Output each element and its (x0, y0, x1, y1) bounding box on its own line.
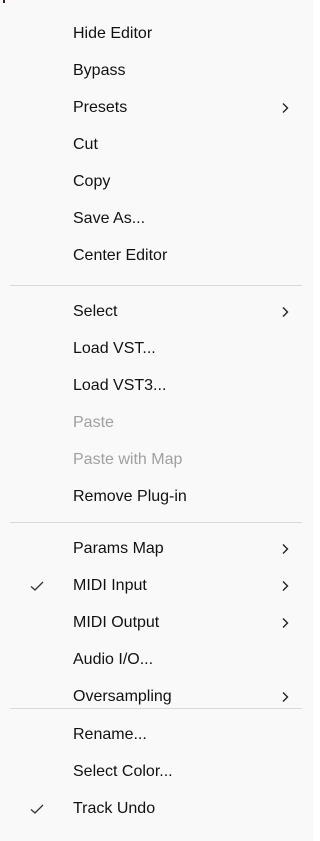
menu-item-label: Paste with Map (73, 451, 183, 468)
menu-item-cut[interactable]: Cut (0, 126, 313, 163)
chevron-right-icon (282, 307, 289, 317)
menu-item-label: Save As... (73, 210, 146, 227)
menu-item-label: Remove Plug-in (73, 488, 187, 505)
menu-item-label: MIDI Input (73, 577, 147, 594)
menu-item-remove-plug-in[interactable]: Remove Plug-in (0, 478, 313, 515)
menu-item-label: Cut (73, 136, 98, 153)
menu-item-label: Center Editor (73, 247, 168, 264)
menu-item-bypass[interactable]: Bypass (0, 52, 313, 89)
menu-group: Params Map MIDI Input MIDI Output Audio I/O… (0, 530, 313, 715)
menu-item-save-as[interactable]: Save As... (0, 200, 313, 237)
chevron-right-icon (282, 544, 289, 554)
menu-item-label: Oversampling (73, 688, 172, 705)
menu-item-label: Select (73, 303, 118, 320)
menu-item-label: Load VST3... (73, 377, 167, 394)
menu-item-label: Presets (73, 99, 128, 116)
menu-item-label: Audio I/O... (73, 651, 154, 668)
menu-item-center-editor[interactable]: Center Editor (0, 237, 313, 274)
menu-item-audio-i-o[interactable]: Audio I/O... (0, 641, 313, 678)
menu-group: Rename... Select Color... Track Undo (0, 716, 313, 827)
menu-separator (10, 708, 302, 709)
chevron-right-icon (282, 103, 289, 113)
menu-item-label: Bypass (73, 62, 126, 79)
menu-item-rename[interactable]: Rename... (0, 716, 313, 753)
checkmark-icon (30, 804, 44, 814)
menu-item-select-color[interactable]: Select Color... (0, 753, 313, 790)
checkmark-icon (30, 581, 44, 591)
menu-item-midi-output[interactable]: MIDI Output (0, 604, 313, 641)
menu-item-label: Params Map (73, 540, 164, 557)
menu-item-label: Copy (73, 173, 111, 190)
menu-item-params-map[interactable]: Params Map (0, 530, 313, 567)
menu-item-label: Hide Editor (73, 25, 153, 42)
menu-group: Select Load VST... Load VST3... Paste Paste … (0, 293, 313, 515)
chevron-right-icon (282, 618, 289, 628)
menu-separator (10, 522, 302, 523)
window-edge-mark (3, 0, 5, 3)
menu-item-paste-with-map: Paste with Map (0, 441, 313, 478)
context-menu: Hide Editor Bypass Presets Cut Copy Save As..… (0, 0, 313, 841)
menu-item-paste: Paste (0, 404, 313, 441)
menu-item-midi-input[interactable]: MIDI Input (0, 567, 313, 604)
menu-item-load-vst3[interactable]: Load VST3... (0, 367, 313, 404)
menu-item-label: Rename... (73, 726, 147, 743)
chevron-right-icon (282, 692, 289, 702)
menu-item-hide-editor[interactable]: Hide Editor (0, 15, 313, 52)
menu-item-presets[interactable]: Presets (0, 89, 313, 126)
menu-item-label: Select Color... (73, 763, 173, 780)
menu-item-track-undo[interactable]: Track Undo (0, 790, 313, 827)
menu-item-label: Load VST... (73, 340, 156, 357)
menu-item-oversampling[interactable]: Oversampling (0, 678, 313, 715)
menu-item-select[interactable]: Select (0, 293, 313, 330)
menu-item-label: Track Undo (73, 800, 156, 817)
menu-item-label: Paste (73, 414, 114, 431)
menu-item-label: MIDI Output (73, 614, 160, 631)
menu-item-load-vst[interactable]: Load VST... (0, 330, 313, 367)
menu-separator (10, 285, 302, 286)
menu-item-copy[interactable]: Copy (0, 163, 313, 200)
chevron-right-icon (282, 581, 289, 591)
menu-group: Hide Editor Bypass Presets Cut Copy Save As..… (0, 15, 313, 274)
